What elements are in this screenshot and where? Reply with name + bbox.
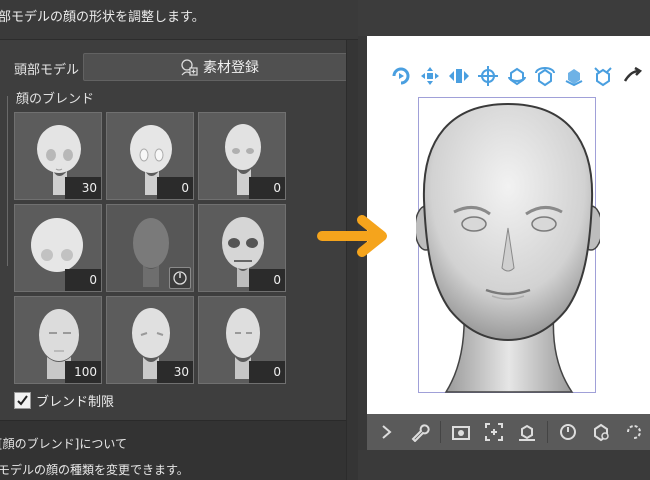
blend-cell-dimmed[interactable] [106,204,194,292]
face-blend-grid: 30 0 0 0 0 100 30 0 [14,112,286,384]
rotate-horizontal-icon[interactable] [533,64,557,88]
blend-dial-icon[interactable] [169,267,191,289]
object-launcher-toolbar [367,414,650,450]
toolbar-separator [440,421,441,443]
camera-rotate-icon[interactable] [389,64,413,88]
scale-object-icon[interactable] [591,64,615,88]
move-plane-icon[interactable] [476,64,500,88]
head-model-label: 頭部モデル [14,63,80,78]
blend-value: 0 [249,177,285,199]
blend-cell-realistic-man[interactable]: 100 [14,296,102,384]
manipulator-toolbar [389,64,649,88]
target-frame-icon[interactable] [481,419,507,445]
camera-icon[interactable] [448,419,474,445]
blend-cell-skull[interactable]: 0 [198,204,286,292]
rotate-model-icon[interactable] [621,419,647,445]
blend-cell-lowpoly[interactable]: 30 [106,296,194,384]
toolbar-separator [547,421,548,443]
face-blend-label: 顔のブレンド [16,92,95,107]
blend-value: 0 [249,269,285,291]
blend-cell-realistic-slim[interactable]: 0 [198,296,286,384]
blend-value: 30 [157,361,193,383]
move-object-icon[interactable] [562,64,586,88]
pose-reset-icon[interactable] [555,419,581,445]
camera-dolly-icon[interactable] [447,64,471,88]
blend-value: 100 [65,361,101,383]
canvas-bottom-bar [358,450,650,480]
arrow-right-icon [317,215,387,257]
blend-value: 0 [65,269,101,291]
blend-cell-chibi[interactable]: 0 [14,204,102,292]
help-body: モデルの顔の種類を変更できます。 [0,463,189,477]
register-material-icon [181,59,198,76]
blend-value: 30 [65,177,101,199]
blend-cell-anime-girl[interactable]: 0 [106,112,194,200]
help-panel: [顔のブレンド]について モデルの顔の種類を変更できます。 [0,420,358,480]
panel-scrollbar[interactable] [346,40,358,480]
3d-head-model[interactable] [416,100,600,394]
checkmark-icon [17,394,28,406]
blend-value: 0 [249,361,285,383]
ground-model-icon[interactable] [514,419,540,445]
canvas-area[interactable] [367,36,650,414]
chevron-right-icon[interactable] [374,419,400,445]
panel-header: 部モデルの顔の形状を調整します。 [0,0,358,40]
fit-ground-icon[interactable] [620,64,644,88]
property-panel: 部モデルの顔の形状を調整します。 頭部モデル 素材登録 顔のブレンド 30 0 … [0,0,358,480]
blend-cell-anime-child[interactable]: 30 [14,112,102,200]
help-title: [顔のブレンド]について [0,437,128,451]
blend-limit-checkbox[interactable] [14,391,31,409]
wrench-icon[interactable] [407,419,433,445]
blend-limit-checkbox-row[interactable]: ブレンド制限 [14,391,115,410]
canvas-top-bar [358,0,650,36]
register-material-label: 素材登録 [203,60,259,76]
model-settings-icon[interactable] [588,419,614,445]
head-model-row: 頭部モデル 素材登録 [0,52,358,82]
group-divider [7,96,8,266]
blend-cell-anime-teen[interactable]: 0 [198,112,286,200]
register-material-button[interactable]: 素材登録 [83,53,355,81]
canvas-panel [358,0,650,480]
panel-description: 部モデルの顔の形状を調整します。 [0,10,205,25]
camera-pan-icon[interactable] [418,64,442,88]
blend-value: 0 [157,177,193,199]
rotate-axis-icon[interactable] [505,64,529,88]
blend-limit-label: ブレンド制限 [36,394,115,410]
